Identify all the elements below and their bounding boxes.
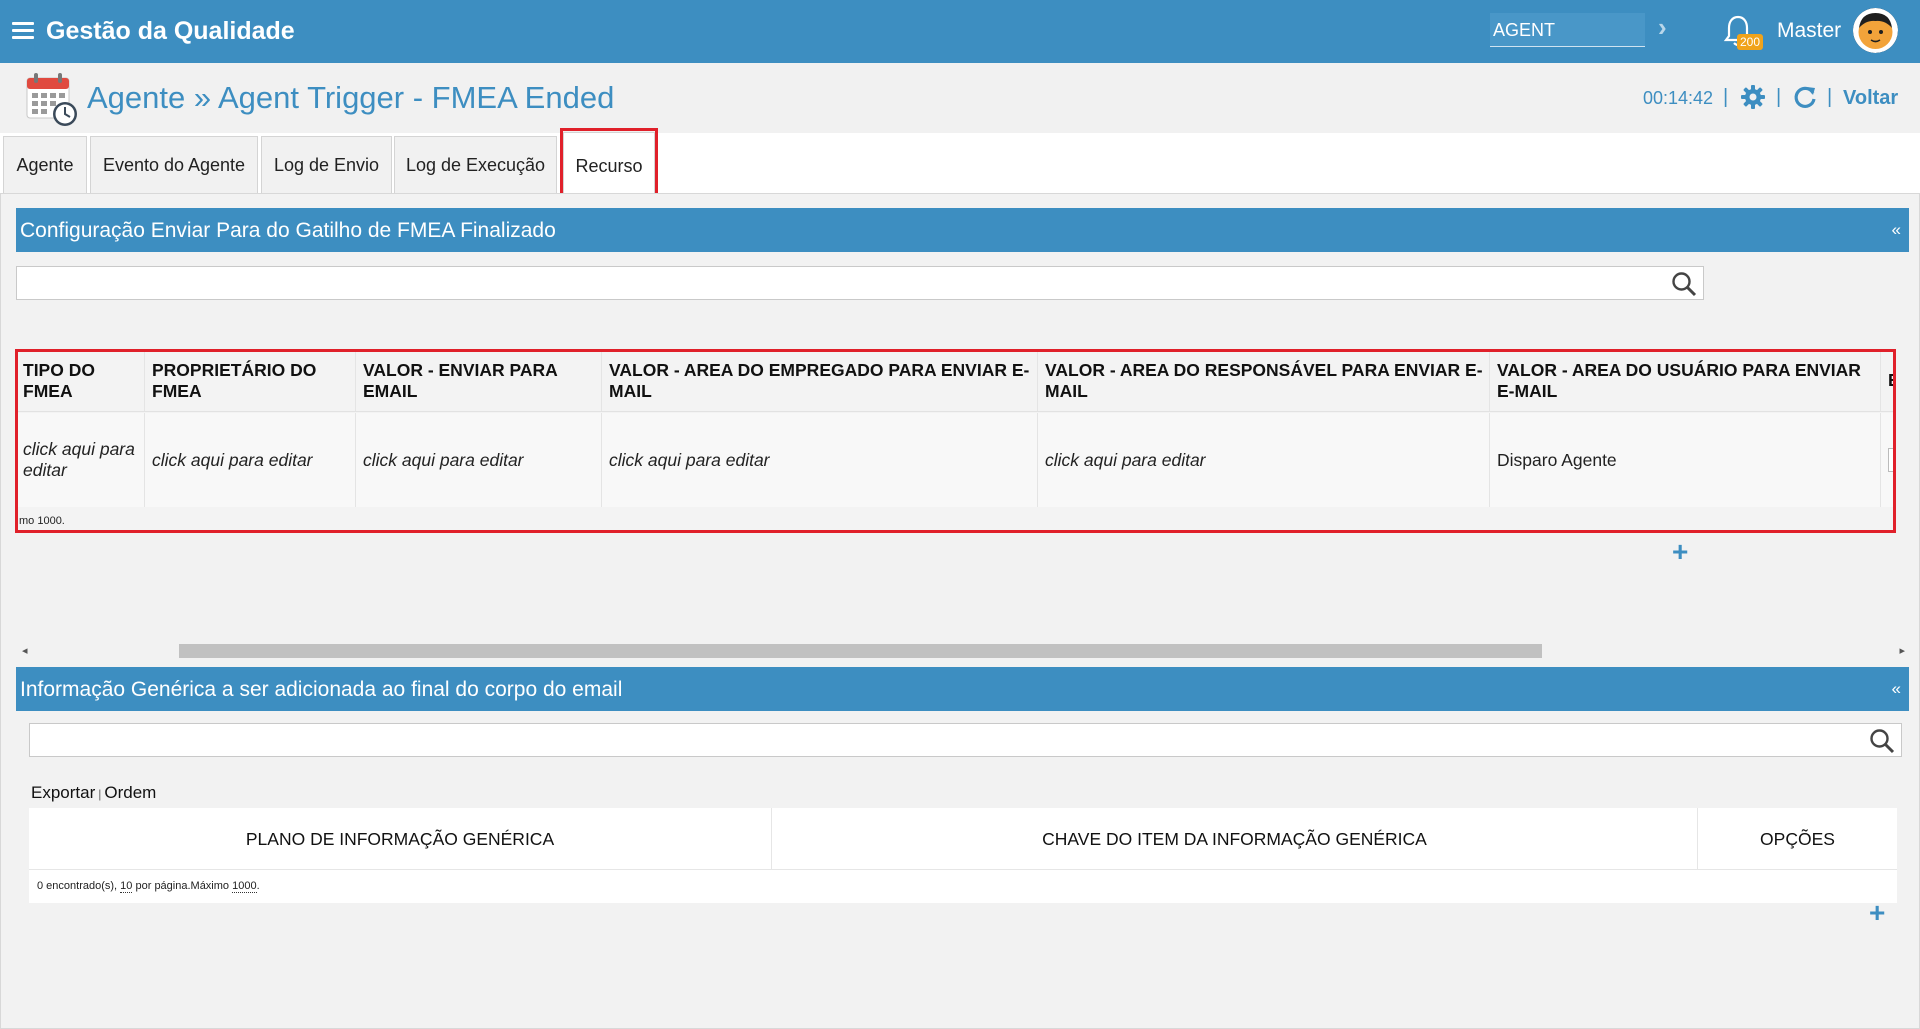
session-timer: 00:14:42 <box>1643 88 1714 108</box>
search-icon[interactable] <box>1869 728 1895 754</box>
link-separator: | <box>98 787 102 801</box>
tab-evento-do-agente[interactable]: Evento do Agente <box>90 136 258 194</box>
refresh-icon[interactable] <box>1792 84 1818 110</box>
tab-log-de-envio[interactable]: Log de Envio <box>261 136 392 194</box>
collapse-icon[interactable]: « <box>1892 679 1901 699</box>
content-area <box>0 193 1920 1029</box>
max-selector[interactable]: 1000 <box>232 880 257 893</box>
gear-icon[interactable] <box>1740 84 1766 110</box>
order-link[interactable]: Ordem <box>104 783 156 802</box>
table-highlight-box <box>15 349 1896 533</box>
tab-agente[interactable]: Agente <box>3 136 87 194</box>
generic-info-table: PLANO DE INFORMAÇÃO GENÉRICA CHAVE DO IT… <box>29 808 1897 903</box>
back-button[interactable]: Voltar <box>1843 87 1898 110</box>
search-input[interactable] <box>29 723 1902 757</box>
search-icon[interactable] <box>1671 271 1697 297</box>
chevron-right-icon[interactable]: › <box>1658 12 1667 43</box>
table-actions: Exportar | Ordem <box>31 783 156 803</box>
calendar-clock-icon <box>26 73 77 126</box>
separator: | <box>1827 86 1833 108</box>
panel-send-to-config-header[interactable]: Configuração Enviar Para do Gatilho de F… <box>16 208 1909 252</box>
app-title: Gestão da Qualidade <box>46 17 295 45</box>
export-link[interactable]: Exportar <box>31 783 95 802</box>
horizontal-scrollbar[interactable]: ◂ ▸ <box>16 642 1909 660</box>
per-page-text: por página.Máximo <box>135 880 230 892</box>
page-title: Agente » Agent Trigger - FMEA Ended <box>87 80 615 115</box>
menu-icon[interactable] <box>12 22 34 39</box>
notification-badge: 200 <box>1737 34 1764 50</box>
plus-icon[interactable]: + <box>1672 536 1688 568</box>
column-header: OPÇÕES <box>1760 828 1835 849</box>
avatar[interactable] <box>1853 8 1898 53</box>
agent-select[interactable]: AGENT <box>1490 13 1645 47</box>
search-input[interactable] <box>16 266 1704 300</box>
top-bar: Gestão da Qualidade AGENT › 200 Master <box>0 0 1920 63</box>
separator: | <box>1723 86 1729 108</box>
tab-log-de-execucao[interactable]: Log de Execução <box>394 136 557 194</box>
scrollbar-thumb[interactable] <box>179 644 1542 658</box>
scroll-left-arrow[interactable]: ◂ <box>22 644 28 657</box>
scroll-right-arrow[interactable]: ▸ <box>1899 644 1905 657</box>
tab-highlight-box <box>560 128 658 203</box>
plus-icon[interactable]: + <box>1869 897 1885 929</box>
per-page-selector[interactable]: 10 <box>120 880 133 893</box>
footer-end: . <box>256 880 260 892</box>
separator: | <box>1776 86 1782 108</box>
pagination-info: 0 encontrado(s), 10 por página.Máximo 10… <box>37 880 260 893</box>
found-count: 0 encontrado(s), <box>37 880 118 892</box>
panel-title: Configuração Enviar Para do Gatilho de F… <box>20 219 556 242</box>
collapse-icon[interactable]: « <box>1892 220 1901 240</box>
panel-generic-info-header[interactable]: Informação Genérica a ser adicionada ao … <box>16 667 1909 711</box>
column-header[interactable]: CHAVE DO ITEM DA INFORMAÇÃO GENÉRICA <box>772 808 1698 870</box>
column-header[interactable]: PLANO DE INFORMAÇÃO GENÉRICA <box>29 808 772 870</box>
user-name[interactable]: Master <box>1777 19 1841 43</box>
table-header-row: PLANO DE INFORMAÇÃO GENÉRICA CHAVE DO IT… <box>29 808 1897 870</box>
panel-title: Informação Genérica a ser adicionada ao … <box>20 678 623 701</box>
